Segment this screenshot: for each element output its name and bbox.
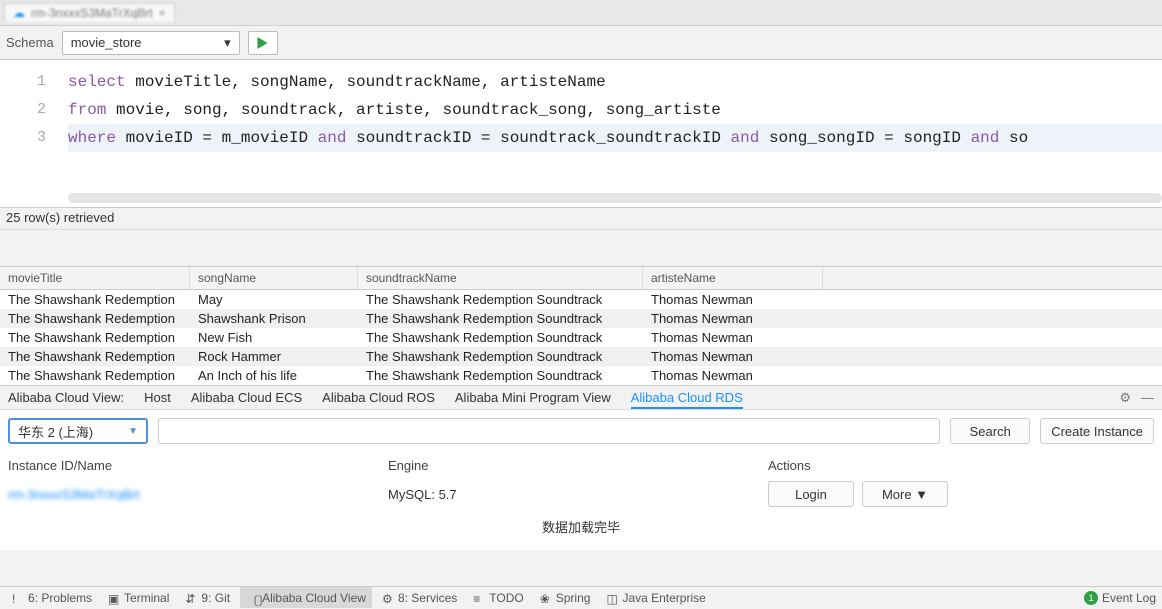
- instance-row: rm-3nxxxS3MaTrXqBrt MySQL: 5.7 Login Mor…: [8, 477, 1154, 511]
- bottom-tab[interactable]: ⚙8: Services: [376, 587, 463, 608]
- gear-icon[interactable]: ⚙: [1119, 390, 1131, 406]
- run-button[interactable]: [248, 31, 278, 55]
- search-button[interactable]: Search: [950, 418, 1030, 444]
- region-dropdown[interactable]: 华东 2 (上海) ▼: [8, 418, 148, 444]
- table-row[interactable]: The Shawshank RedemptionNew FishThe Shaw…: [0, 328, 1162, 347]
- bottom-tab[interactable]: ≡TODO: [467, 587, 529, 608]
- file-tab-bar: ☁ rm-3nxxxS3MaTrXqBrt ×: [0, 0, 1162, 26]
- instance-engine: MySQL: 5.7: [388, 487, 768, 502]
- load-status: 数据加载完毕: [8, 511, 1154, 542]
- cloud-rds-panel: 华东 2 (上海) ▼ Search Create Instance Insta…: [0, 409, 1162, 550]
- event-badge: 1: [1084, 591, 1098, 605]
- column-header[interactable]: artisteName: [643, 267, 823, 289]
- event-log-label: Event Log: [1102, 591, 1156, 605]
- instance-id-link[interactable]: rm-3nxxxS3MaTrXqBrt: [8, 487, 388, 502]
- minimize-icon[interactable]: —: [1141, 390, 1154, 406]
- cloud-view-label: Alibaba Cloud View:: [8, 390, 124, 405]
- col-instance-id: Instance ID/Name: [8, 458, 388, 473]
- more-button[interactable]: More ▼: [862, 481, 948, 507]
- results-grid: movieTitlesongNamesoundtrackNameartisteN…: [0, 266, 1162, 385]
- schema-label: Schema: [6, 35, 54, 50]
- schema-dropdown[interactable]: movie_store ▾: [62, 31, 240, 55]
- cloud-tab[interactable]: Host: [144, 390, 171, 407]
- instance-search-input[interactable]: [158, 418, 940, 444]
- bottom-tab[interactable]: ◫Java Enterprise: [600, 587, 711, 608]
- file-tab-label: rm-3nxxxS3MaTrXqBrt: [31, 6, 153, 20]
- table-row[interactable]: The Shawshank RedemptionRock HammerThe S…: [0, 347, 1162, 366]
- spacer: [0, 230, 1162, 266]
- bottom-tab[interactable]: ▣Terminal: [102, 587, 175, 608]
- login-button[interactable]: Login: [768, 481, 854, 507]
- event-log-button[interactable]: 1 Event Log: [1084, 591, 1156, 605]
- schema-value: movie_store: [71, 35, 142, 50]
- region-value: 华东 2 (上海): [18, 422, 93, 441]
- chevron-down-icon: ▾: [224, 35, 231, 51]
- chevron-down-icon: ▼: [128, 426, 138, 437]
- horizontal-scrollbar[interactable]: [68, 193, 1162, 203]
- table-row[interactable]: The Shawshank RedemptionAn Inch of his l…: [0, 366, 1162, 385]
- instance-table-header: Instance ID/Name Engine Actions: [8, 454, 1154, 477]
- cloud-tab[interactable]: Alibaba Cloud ECS: [191, 390, 302, 407]
- cloud-icon: ☁: [13, 6, 25, 20]
- bottom-tab[interactable]: ❀Spring: [534, 587, 597, 608]
- sql-editor[interactable]: 123 select movieTitle, songName, soundtr…: [0, 60, 1162, 208]
- code-body[interactable]: select movieTitle, songName, soundtrackN…: [58, 60, 1162, 207]
- bottom-tool-bar: !6: Problems▣Terminal⇵9: Git〔〕Alibaba Cl…: [0, 586, 1162, 608]
- col-engine: Engine: [388, 458, 768, 473]
- table-row[interactable]: The Shawshank RedemptionMayThe Shawshank…: [0, 290, 1162, 309]
- column-header[interactable]: movieTitle: [0, 267, 190, 289]
- column-header[interactable]: songName: [190, 267, 358, 289]
- close-icon[interactable]: ×: [159, 6, 166, 20]
- play-icon: [257, 37, 268, 49]
- query-status: 25 row(s) retrieved: [0, 208, 1162, 230]
- line-gutter: 123: [0, 60, 58, 207]
- results-header: movieTitlesongNamesoundtrackNameartisteN…: [0, 266, 1162, 290]
- cloud-view-tabs: Alibaba Cloud View: Host Alibaba Cloud EC…: [0, 385, 1162, 409]
- results-body: The Shawshank RedemptionMayThe Shawshank…: [0, 290, 1162, 385]
- cloud-tab[interactable]: Alibaba Cloud ROS: [322, 390, 435, 407]
- file-tab[interactable]: ☁ rm-3nxxxS3MaTrXqBrt ×: [4, 3, 175, 22]
- cloud-tab[interactable]: Alibaba Cloud RDS: [631, 390, 743, 409]
- create-instance-button[interactable]: Create Instance: [1040, 418, 1154, 444]
- bottom-tab[interactable]: !6: Problems: [6, 587, 98, 608]
- bottom-tab[interactable]: 〔〕Alibaba Cloud View: [240, 587, 372, 608]
- col-actions: Actions: [768, 458, 948, 473]
- schema-toolbar: Schema movie_store ▾: [0, 26, 1162, 60]
- table-row[interactable]: The Shawshank RedemptionShawshank Prison…: [0, 309, 1162, 328]
- cloud-tab[interactable]: Alibaba Mini Program View: [455, 390, 611, 407]
- column-header[interactable]: soundtrackName: [358, 267, 643, 289]
- bottom-tab[interactable]: ⇵9: Git: [179, 587, 236, 608]
